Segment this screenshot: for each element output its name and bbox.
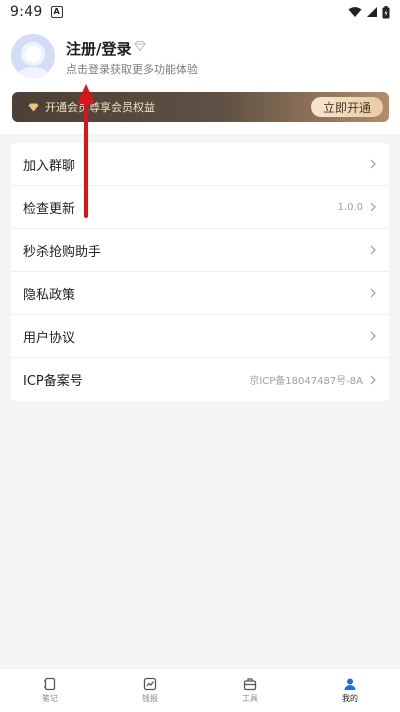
report-icon [143,677,157,691]
status-time: 9:49 [10,4,43,20]
avatar[interactable] [11,34,55,78]
chevron-right-icon [370,331,376,341]
bottom-nav: 笔记 钱报 工具 我的 [0,668,400,712]
nav-tab-tools[interactable]: 工具 [200,669,300,712]
nav-label: 我的 [342,694,358,703]
chevron-right-icon [370,375,376,384]
nav-label: 钱报 [142,694,158,703]
nav-tab-notes[interactable]: 笔记 [0,669,100,712]
menu-item-label: 加入群聊 [23,158,76,174]
nav-label: 笔记 [42,694,58,703]
menu-item-join-group[interactable]: 加入群聊 [11,143,389,186]
battery-icon [382,5,390,18]
toolbox-icon [243,678,257,691]
version-value: 1.0.0 [337,201,363,213]
settings-menu: 加入群聊 检查更新 1.0.0 秒杀抢购助手 隐私政策 用户协议 ICP备案号 … [11,143,389,401]
profile-header: 注册/登录 点击登录获取更多功能体验 开通会员尊享会员权益 立即开通 [0,24,400,134]
icp-number-value: 京ICP备18047487号-8A [249,376,363,387]
note-icon [44,677,56,691]
chevron-right-icon [370,288,376,298]
user-icon [344,678,356,690]
chevron-right-icon [370,202,376,212]
status-indicators [348,5,390,19]
vip-banner[interactable]: 开通会员尊享会员权益 立即开通 [12,92,389,122]
notification-icon: A [50,6,63,18]
default-avatar-icon [11,34,55,78]
nav-tab-mine[interactable]: 我的 [300,669,400,712]
menu-item-label: ICP备案号 [23,374,83,389]
login-subtitle: 点击登录获取更多功能体验 [66,63,198,76]
menu-item-label: 隐私政策 [23,287,76,303]
vip-promo-text: 开通会员尊享会员权益 [45,101,155,114]
status-bar: 9:49 A [0,0,400,24]
login-register-link[interactable]: 注册/登录 [66,38,131,59]
menu-item-label: 秒杀抢购助手 [23,244,102,260]
signal-icon [367,7,377,17]
chevron-right-icon [370,245,376,255]
chevron-right-icon [370,159,376,169]
menu-item-label: 检查更新 [23,201,76,217]
nav-label: 工具 [242,694,258,703]
vip-diamond-icon [28,103,39,111]
menu-item-icp-record[interactable]: ICP备案号 京ICP备18047487号-8A [11,358,389,401]
menu-item-privacy-policy[interactable]: 隐私政策 [11,272,389,315]
menu-item-user-agreement[interactable]: 用户协议 [11,315,389,358]
menu-item-check-update[interactable]: 检查更新 1.0.0 [11,186,389,229]
nav-tab-report[interactable]: 钱报 [100,669,200,712]
activate-vip-button[interactable]: 立即开通 [310,97,383,117]
wifi-icon [348,7,362,17]
menu-item-flash-sale-helper[interactable]: 秒杀抢购助手 [11,229,389,272]
menu-item-label: 用户协议 [23,330,76,346]
diamond-icon [134,41,146,51]
